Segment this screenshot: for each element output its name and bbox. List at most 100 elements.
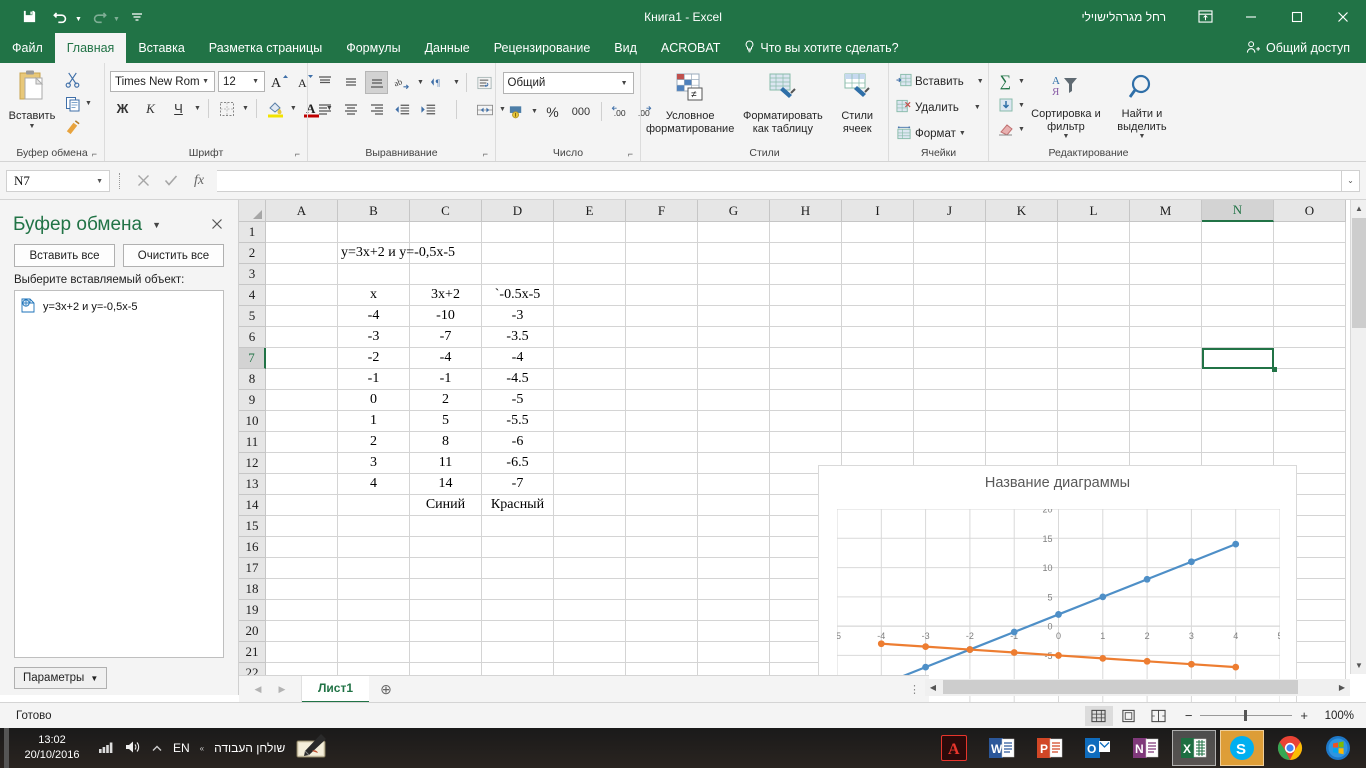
cell-F7[interactable] xyxy=(626,348,698,369)
row-header-9[interactable]: 9 xyxy=(239,390,266,411)
cell-M2[interactable] xyxy=(1130,243,1202,264)
zoom-in-button[interactable]: + xyxy=(1300,708,1308,723)
cell-K3[interactable] xyxy=(986,264,1058,285)
taskbar-app-chrome[interactable] xyxy=(1268,730,1312,766)
cell-C21[interactable] xyxy=(410,642,482,663)
select-all-button[interactable] xyxy=(239,200,266,222)
rtl-text-direction-icon[interactable]: ¶ xyxy=(427,71,450,94)
column-header-E[interactable]: E xyxy=(554,200,626,222)
cell-G4[interactable] xyxy=(698,285,770,306)
column-header-A[interactable]: A xyxy=(266,200,338,222)
cell-E17[interactable] xyxy=(554,558,626,579)
cell-M4[interactable] xyxy=(1130,285,1202,306)
chart-datapoint[interactable] xyxy=(1188,660,1195,668)
align-middle-icon[interactable] xyxy=(339,71,362,94)
cell-K1[interactable] xyxy=(986,222,1058,243)
chart-datapoint[interactable] xyxy=(922,663,929,671)
find-select-dropdown-icon[interactable]: ▼ xyxy=(1138,133,1145,141)
sort-filter-button[interactable]: А Я Сортировка и фильтр ▼ xyxy=(1029,70,1103,141)
cell-K7[interactable] xyxy=(986,348,1058,369)
cell-L4[interactable] xyxy=(1058,285,1130,306)
chart-datapoint[interactable] xyxy=(1188,558,1195,566)
cell-C3[interactable] xyxy=(410,264,482,285)
percent-style-button[interactable]: % xyxy=(541,100,564,123)
taskbar-clock[interactable]: 13:02 20/10/2016 xyxy=(9,733,95,763)
cell-L5[interactable] xyxy=(1058,306,1130,327)
fill-button[interactable] xyxy=(994,94,1017,117)
cell-G20[interactable] xyxy=(698,621,770,642)
horizontal-scrollbar[interactable]: ◀ ▶ xyxy=(925,679,1350,696)
borders-dropdown-icon[interactable]: ▼ xyxy=(242,105,249,112)
autosum-button[interactable]: ∑ xyxy=(994,70,1017,93)
cell-F14[interactable] xyxy=(626,495,698,516)
cell-M3[interactable] xyxy=(1130,264,1202,285)
cell-A10[interactable] xyxy=(266,411,338,432)
vertical-scrollbar[interactable]: ▲ ▼ xyxy=(1350,200,1366,674)
cell-F5[interactable] xyxy=(626,306,698,327)
scroll-down-icon[interactable]: ▼ xyxy=(1351,657,1366,674)
cancel-entry-icon[interactable] xyxy=(129,170,157,192)
insert-cells-button[interactable]: Вставить ▼ xyxy=(894,70,986,93)
align-left-icon[interactable] xyxy=(313,98,336,121)
cell-I6[interactable] xyxy=(842,327,914,348)
tab-view[interactable]: Вид xyxy=(602,33,649,63)
add-sheet-icon[interactable]: ⊕ xyxy=(369,676,403,703)
cell-J7[interactable] xyxy=(914,348,986,369)
cell-C4[interactable]: 3x+2 xyxy=(410,285,482,306)
cell-I8[interactable] xyxy=(842,369,914,390)
cell-B2[interactable]: y=3x+2 и y=-0,5x-5 xyxy=(338,243,455,264)
cell-L10[interactable] xyxy=(1058,411,1130,432)
find-select-button[interactable]: Найти и выделить ▼ xyxy=(1107,70,1177,141)
cell-H11[interactable] xyxy=(770,432,842,453)
clear-dropdown-icon[interactable]: ▼ xyxy=(1018,126,1025,133)
cell-C9[interactable]: 2 xyxy=(410,390,482,411)
cell-C16[interactable] xyxy=(410,537,482,558)
tab-page-layout[interactable]: Разметка страницы xyxy=(197,33,334,63)
cell-N11[interactable] xyxy=(1202,432,1274,453)
format-cells-button[interactable]: Формат ▼ xyxy=(894,122,968,145)
cell-B21[interactable] xyxy=(338,642,410,663)
copy-dropdown-icon[interactable]: ▼ xyxy=(85,100,92,107)
cell-F16[interactable] xyxy=(626,537,698,558)
number-dialog-launcher-icon[interactable]: ⌐ xyxy=(628,149,633,159)
cell-D9[interactable]: -5 xyxy=(482,390,554,411)
row-header-12[interactable]: 12 xyxy=(239,453,266,474)
borders-button[interactable] xyxy=(216,97,239,120)
cell-B5[interactable]: -4 xyxy=(338,306,410,327)
cell-B12[interactable]: 3 xyxy=(338,453,410,474)
font-dialog-launcher-icon[interactable]: ⌐ xyxy=(295,149,300,159)
cell-N9[interactable] xyxy=(1202,390,1274,411)
cell-A19[interactable] xyxy=(266,600,338,621)
minimize-icon[interactable] xyxy=(1228,0,1274,33)
cell-B8[interactable]: -1 xyxy=(338,369,410,390)
tab-formulas[interactable]: Формулы xyxy=(334,33,412,63)
column-header-N[interactable]: N xyxy=(1202,200,1274,222)
close-icon[interactable] xyxy=(1320,0,1366,33)
cell-D6[interactable]: -3.5 xyxy=(482,327,554,348)
cell-C19[interactable] xyxy=(410,600,482,621)
row-header-1[interactable]: 1 xyxy=(239,222,266,243)
cell-K5[interactable] xyxy=(986,306,1058,327)
row-header-15[interactable]: 15 xyxy=(239,516,266,537)
cell-E8[interactable] xyxy=(554,369,626,390)
cell-F15[interactable] xyxy=(626,516,698,537)
row-header-2[interactable]: 2 xyxy=(239,243,266,264)
chart-datapoint[interactable] xyxy=(922,643,929,651)
zoom-out-button[interactable]: − xyxy=(1185,708,1193,723)
cell-J8[interactable] xyxy=(914,369,986,390)
cell-I1[interactable] xyxy=(842,222,914,243)
cell-D17[interactable] xyxy=(482,558,554,579)
cell-B11[interactable]: 2 xyxy=(338,432,410,453)
cell-N1[interactable] xyxy=(1202,222,1274,243)
cell-L11[interactable] xyxy=(1058,432,1130,453)
save-icon[interactable] xyxy=(14,4,44,30)
cell-D18[interactable] xyxy=(482,579,554,600)
clipboard-items-list[interactable]: y=3x+2 и y=-0,5x-5 xyxy=(14,290,224,658)
chart-datapoint[interactable] xyxy=(1232,540,1240,548)
view-normal-icon[interactable] xyxy=(1084,705,1113,726)
cell-styles-button[interactable]: Стили ячеек xyxy=(831,70,883,135)
font-size-combo[interactable]: 12 ▼ xyxy=(218,71,265,92)
cell-K10[interactable] xyxy=(986,411,1058,432)
insert-function-icon[interactable]: fx xyxy=(185,170,213,192)
increase-indent-icon[interactable] xyxy=(417,98,440,121)
